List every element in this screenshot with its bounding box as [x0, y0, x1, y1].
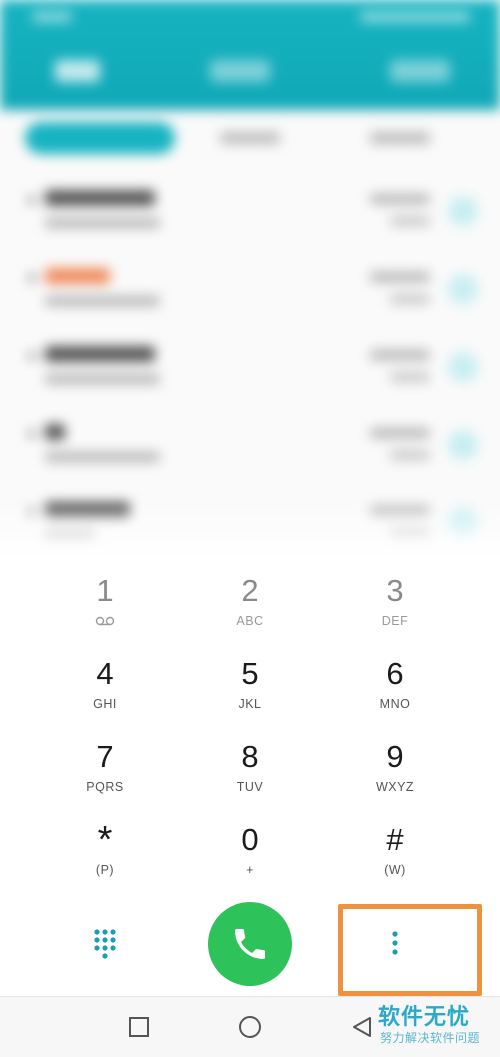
back-button[interactable] [350, 1015, 374, 1039]
app-header [0, 0, 500, 110]
key-digit: 9 [386, 739, 404, 774]
circle-icon [239, 1016, 261, 1038]
call-info-icon[interactable] [448, 352, 478, 382]
call-date [390, 216, 430, 226]
dialpad: 1 2 ABC 3 DEF 4 GHI 5 JKL 6 MNO 7 PQRS 8… [0, 560, 500, 896]
call-detail [45, 452, 160, 462]
dialer-action-bar [0, 896, 500, 996]
key-4[interactable]: 4 GHI [45, 656, 165, 736]
triangle-back-icon [353, 1017, 371, 1037]
call-log-row[interactable] [0, 178, 500, 248]
key-5[interactable]: 5 JKL [190, 656, 310, 736]
key-8[interactable]: 8 TUV [190, 739, 310, 819]
key-3[interactable]: 3 DEF [335, 573, 455, 653]
watermark-title: 软件无忧 [378, 1004, 471, 1029]
more-vertical-icon [392, 931, 398, 955]
call-name [45, 424, 65, 440]
call-type-icon [28, 274, 36, 282]
watermark: 软件无忧 努力解决软件问题 [372, 993, 500, 1053]
key-digit: 3 [386, 573, 404, 608]
key-letters: DEF [381, 614, 409, 628]
key-letters: TUV [236, 780, 264, 794]
call-date [390, 450, 430, 460]
square-icon [129, 1017, 149, 1037]
call-time [370, 194, 430, 204]
key-letters: + [246, 863, 254, 877]
key-letters: GHI [93, 697, 117, 711]
call-info-icon[interactable] [448, 430, 478, 460]
call-detail [45, 218, 160, 228]
call-name [45, 346, 155, 362]
call-info-icon[interactable] [448, 196, 478, 226]
key-hash[interactable]: # (W) [335, 822, 455, 902]
tab-favorites[interactable] [390, 60, 450, 82]
more-options-button[interactable] [368, 916, 422, 970]
recents-button[interactable] [127, 1015, 151, 1039]
call-type-icon [28, 196, 36, 204]
call-name [45, 268, 110, 284]
call-type-icon [28, 352, 36, 360]
key-1[interactable]: 1 [45, 573, 165, 653]
key-9[interactable]: 9 WXYZ [335, 739, 455, 819]
key-digit: # [386, 822, 404, 857]
watermark-subtitle: 努力解决软件问题 [380, 1031, 481, 1045]
status-bar-right [360, 12, 470, 22]
call-time [370, 428, 430, 438]
call-time [370, 350, 430, 360]
dialpad-toggle-button[interactable] [80, 922, 130, 966]
phone-icon [235, 929, 265, 959]
voicemail-icon [95, 616, 115, 626]
filter-missed[interactable] [220, 132, 280, 144]
key-digit: 0 [241, 822, 259, 857]
filter-other[interactable] [370, 132, 430, 144]
tab-contacts[interactable] [210, 60, 270, 82]
key-letters: PQRS [86, 780, 124, 794]
key-star[interactable]: * (P) [45, 819, 165, 902]
key-digit: 6 [386, 656, 404, 691]
call-info-icon[interactable] [448, 274, 478, 304]
call-time [370, 272, 430, 282]
key-letters: JKL [238, 697, 262, 711]
key-digit: 2 [241, 573, 259, 608]
key-letters: ABC [236, 614, 264, 628]
call-log-row[interactable] [0, 412, 500, 482]
home-button[interactable] [238, 1015, 262, 1039]
key-digit: 8 [241, 739, 259, 774]
key-digit: 5 [241, 656, 259, 691]
key-letters: (W) [384, 863, 406, 877]
key-letters: MNO [379, 697, 411, 711]
status-bar-left [32, 12, 72, 22]
key-2[interactable]: 2 ABC [190, 573, 310, 653]
key-digit: 4 [96, 656, 114, 691]
call-date [390, 294, 430, 304]
key-7[interactable]: 7 PQRS [45, 739, 165, 819]
key-digit: * [97, 819, 113, 861]
tab-phone[interactable] [55, 60, 100, 82]
call-name [45, 190, 155, 206]
key-6[interactable]: 6 MNO [335, 656, 455, 736]
call-log-area [0, 0, 500, 560]
fade-overlay [0, 500, 500, 560]
status-bar [20, 12, 480, 28]
key-digit: 7 [96, 739, 114, 774]
call-log-row[interactable] [0, 334, 500, 404]
filter-all[interactable] [25, 122, 175, 154]
key-0[interactable]: 0 + [190, 822, 310, 902]
call-date [390, 372, 430, 382]
key-letters: (P) [95, 863, 115, 877]
call-button[interactable] [208, 902, 292, 986]
call-type-icon [28, 430, 36, 438]
call-filter-bar [0, 120, 500, 160]
dialpad-grid-icon [94, 929, 116, 959]
blurred-content [0, 0, 500, 560]
call-log-row[interactable] [0, 256, 500, 326]
call-detail [45, 296, 160, 306]
key-digit: 1 [96, 573, 114, 608]
call-detail [45, 374, 160, 384]
header-tabs [0, 60, 500, 90]
key-letters: WXYZ [375, 780, 415, 794]
